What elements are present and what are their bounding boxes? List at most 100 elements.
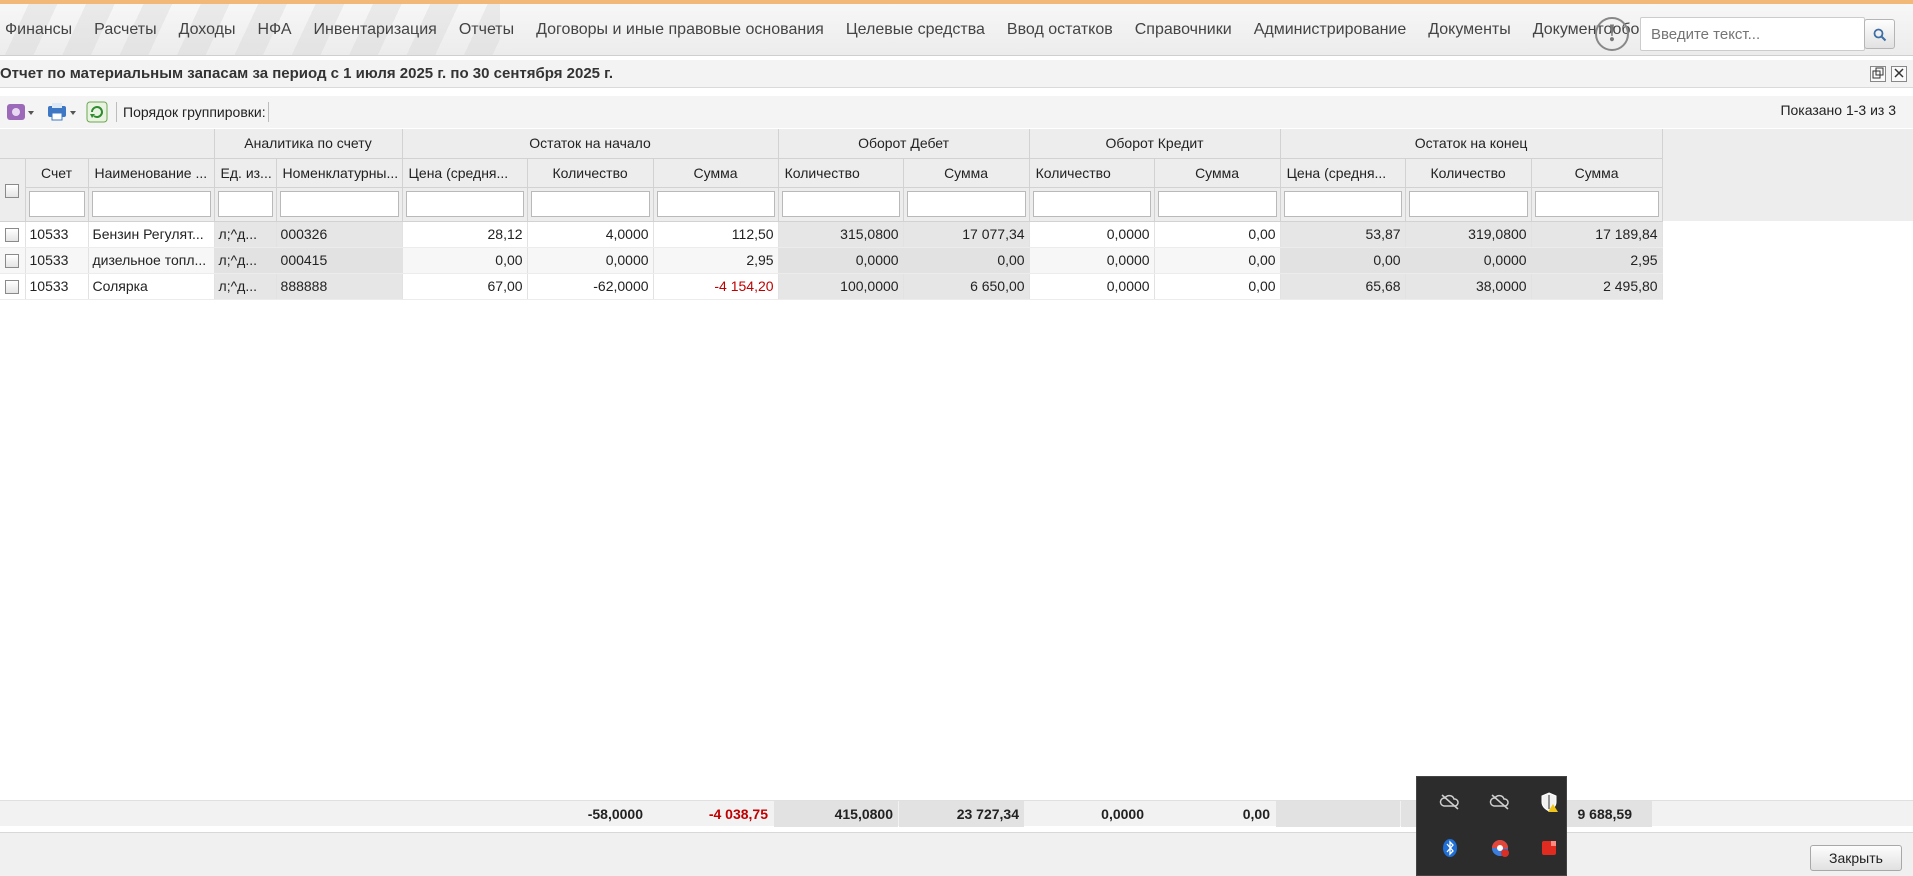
totals-row: -58,0000 -4 038,75 415,0800 23 727,34 0,… [0,800,1913,827]
column-header-debit-sum[interactable]: Сумма [903,158,1030,188]
filter-input-account[interactable] [28,191,85,217]
table-row[interactable]: 10533 Солярка л;^д... 888888 67,00 -62,0… [0,273,1663,300]
column-header-start-price[interactable]: Цена (средня... [402,158,528,188]
menu-item-inventory[interactable]: Инвентаризация [303,4,448,56]
grouping-order-label: Порядок группировки: [123,104,266,120]
cell-credit-sum: 0,00 [1154,221,1281,248]
cell-start-sum: 2,95 [653,247,779,274]
main-menu: Финансы Расчеты Доходы НФА Инвентаризаци… [0,4,1675,56]
filter-input-unit[interactable] [217,191,273,217]
filter-cell-name [88,187,215,222]
menu-item-income[interactable]: Доходы [168,4,247,56]
row-select-cell [0,221,26,248]
group-header-end-balance: Остаток на конец [1280,129,1663,159]
search-icon [1873,28,1886,42]
column-header-end-price[interactable]: Цена (средня... [1280,158,1406,188]
cell-nomenclature: 888888 [276,273,403,300]
column-header-unit[interactable]: Ед. из... [214,158,277,188]
cell-debit-qty: 0,0000 [778,247,904,274]
column-header-credit-sum[interactable]: Сумма [1154,158,1281,188]
select-all-checkbox[interactable] [5,183,20,198]
cell-unit: л;^д... [214,273,277,300]
print-button[interactable] [46,101,78,123]
cell-end-sum: 17 189,84 [1531,221,1663,248]
cell-debit-sum: 0,00 [903,247,1030,274]
filter-input-start-qty[interactable] [530,191,650,217]
group-header-empty [0,129,215,159]
filter-cell-debit-qty [778,187,904,222]
filter-input-credit-sum[interactable] [1157,191,1277,217]
column-header-debit-qty[interactable]: Количество [778,158,904,188]
total-debit-sum: 23 727,34 [899,801,1024,827]
menu-item-reports[interactable]: Отчеты [448,4,525,56]
close-icon [1894,68,1904,78]
add-button[interactable] [6,101,36,123]
menu-item-directories[interactable]: Справочники [1124,4,1243,56]
column-header-start-sum[interactable]: Сумма [653,158,779,188]
filter-input-end-sum[interactable] [1534,191,1659,217]
column-header-account[interactable]: Счет [25,158,89,188]
column-header-end-qty[interactable]: Количество [1405,158,1532,188]
close-window-button[interactable] [1891,66,1907,82]
cell-end-price: 53,87 [1280,221,1406,248]
filter-input-name[interactable] [91,191,211,217]
filter-input-end-qty[interactable] [1408,191,1528,217]
filter-input-end-price[interactable] [1283,191,1402,217]
filter-cell-start-price [402,187,528,222]
restore-window-button[interactable] [1870,66,1886,82]
filter-input-credit-qty[interactable] [1032,191,1151,217]
cell-account: 10533 [25,221,89,248]
column-header-credit-qty[interactable]: Количество [1029,158,1155,188]
report-table: Аналитика по счету Остаток на начало Обо… [0,129,1663,300]
menu-item-finance[interactable]: Финансы [0,4,83,56]
menu-item-nfa[interactable]: НФА [247,4,303,56]
search-button[interactable] [1864,19,1895,49]
group-header-debit-turnover: Оборот Дебет [778,129,1030,159]
cell-nomenclature: 000415 [276,247,403,274]
menu-item-administration[interactable]: Администрирование [1243,4,1418,56]
total-end-price-blank [1276,801,1400,827]
cell-start-price: 28,12 [402,221,528,248]
table-row[interactable]: 10533 дизельное топл... л;^д... 000415 0… [0,247,1663,274]
refresh-button[interactable] [86,101,108,123]
row-checkbox[interactable] [5,280,20,295]
row-select-cell [0,247,26,274]
records-shown-counter: Показано 1-3 из 3 [1780,102,1896,118]
menu-item-documents[interactable]: Документы [1417,4,1521,56]
search-input[interactable] [1641,18,1863,50]
filter-input-start-price[interactable] [405,191,524,217]
alert-icon[interactable]: ! [1595,17,1629,51]
filter-input-nomenclature[interactable] [279,191,399,217]
cloud-off-icon[interactable] [1489,791,1511,813]
column-header-start-qty[interactable]: Количество [527,158,654,188]
row-checkbox[interactable] [5,228,20,243]
menu-item-settlements[interactable]: Расчеты [83,4,167,56]
main-menu-bar: Финансы Расчеты Доходы НФА Инвентаризаци… [0,4,1913,56]
filter-input-start-sum[interactable] [656,191,775,217]
cell-unit: л;^д... [214,247,277,274]
bluetooth-icon[interactable] [1439,837,1461,859]
cell-credit-qty: 0,0000 [1029,247,1155,274]
column-header-name[interactable]: Наименование ... [88,158,215,188]
close-button[interactable]: Закрыть [1810,845,1902,871]
print-icon [48,103,76,121]
total-start-qty: -58,0000 [587,806,643,822]
browser-update-icon[interactable] [1489,837,1511,859]
menu-item-balance-input[interactable]: Ввод остатков [996,4,1124,56]
filter-input-debit-sum[interactable] [906,191,1026,217]
column-header-nomenclature[interactable]: Номенклатурны... [276,158,403,188]
row-checkbox[interactable] [5,254,20,269]
menu-item-contracts[interactable]: Договоры и иные правовые основания [525,4,835,56]
column-header-end-sum[interactable]: Сумма [1531,158,1663,188]
cell-end-qty: 0,0000 [1405,247,1532,274]
table-row[interactable]: 10533 Бензин Регулят... л;^д... 000326 2… [0,221,1663,248]
report-window-header: Отчет по материальным запасам за период … [0,60,1913,88]
red-app-icon[interactable] [1538,837,1560,859]
cloud-off-icon[interactable] [1439,791,1461,813]
shield-warning-icon[interactable] [1538,791,1560,813]
filter-cell-end-qty [1405,187,1532,222]
cell-start-price: 67,00 [402,273,528,300]
filter-input-debit-qty[interactable] [781,191,900,217]
filter-cell-end-sum [1531,187,1663,222]
menu-item-target-funds[interactable]: Целевые средства [835,4,996,56]
